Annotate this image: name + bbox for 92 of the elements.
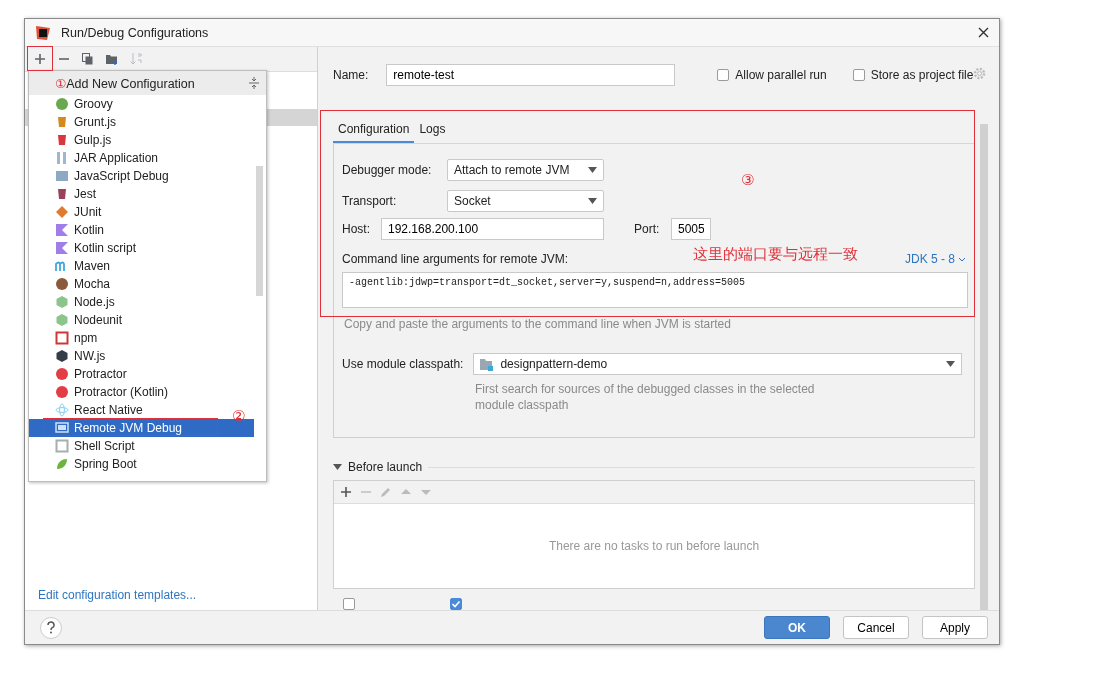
ribbon-icon [55,223,69,237]
leaf-icon [55,457,69,471]
hint-text: First search for sources of the debugged classes in the selected module classpath [475,381,816,413]
field-label: Transport: [342,193,398,208]
transport-dropdown[interactable]: Socket [447,189,604,212]
checkbox[interactable] [717,69,730,81]
cup-icon [55,115,69,129]
checkbox[interactable] [450,598,462,610]
menu-item[interactable]: Protractor [29,365,131,383]
cup-icon [55,133,69,147]
hexagon-icon [55,349,69,363]
expand-triangle-icon[interactable] [333,463,342,471]
caret-icon [588,197,597,204]
menu-item[interactable]: Shell Script [29,437,139,455]
jdk-version-link[interactable]: JDK 5 - 8 [905,252,966,266]
caret-icon [588,166,597,173]
caret-icon [946,361,956,367]
menu-item[interactable]: Spring Boot [29,455,141,473]
checkbox[interactable] [852,69,865,81]
settings-icon[interactable] [973,67,986,80]
menu-item[interactable]: Groovy [29,95,117,113]
add-icon[interactable] [340,486,352,499]
dialog-button[interactable]: Cancel [843,616,909,639]
hexagon-icon [55,313,69,327]
menu-item[interactable]: Node.js [29,293,119,311]
square-icon [55,439,69,453]
scrollbar[interactable] [256,166,263,296]
module-folder-icon [480,357,495,371]
menu-item[interactable]: JAR Application [29,149,163,167]
step-number: ③ [741,171,755,189]
help-button[interactable] [40,616,62,639]
menu-item[interactable]: Kotlin script [29,239,141,257]
ok-button[interactable]: OK [764,616,830,639]
option-label: Store as project file [870,68,974,82]
collapse-icon[interactable] [248,77,260,89]
menu-item[interactable]: Nodeunit [29,311,127,329]
menu-item[interactable]: Grunt.js [29,113,120,131]
window-title: Run/Debug Configurations [61,25,210,40]
port-field[interactable]: 5005 [671,218,711,240]
field-label: Debugger mode: [342,162,433,177]
hint-text: Copy and paste the arguments to the command line when JVM is started [344,317,732,331]
menu-item[interactable]: JUnit [29,203,106,221]
atom-icon [55,403,69,417]
monitor-icon [55,421,69,435]
name-label: Name: [333,68,369,82]
field-label: Host: [342,222,371,236]
help-icon[interactable] [46,621,56,634]
annotation-box [27,46,53,71]
arguments-field[interactable]: -agentlib:jdwp=transport=dt_socket,server=y,suspend=n,address=5005 [342,272,968,308]
name-field[interactable]: remote-test [386,64,676,86]
annotation-note: 这里的端口要与远程一致 [693,245,858,264]
dialog-button[interactable]: Apply [922,616,988,639]
cup-icon [55,187,69,201]
circle-icon [55,277,69,291]
edit-templates-link[interactable]: Edit configuration templates... [25,588,317,610]
field-label: Port: [634,222,661,236]
diamond-icon [55,205,69,219]
menu-item[interactable]: npm [29,329,102,347]
option-label: Allow parallel run [735,68,827,82]
scrollbar[interactable] [980,124,988,610]
ribbon-icon [55,241,69,255]
debugger-mode-dropdown[interactable]: Attach to remote JVM [447,158,604,181]
section-title: Before launch [348,460,423,475]
circle-icon [55,367,69,381]
menu-item[interactable]: Kotlin [29,221,109,239]
tab[interactable]: Configuration [333,119,415,143]
menu-header: ①Add New Configuration [55,75,196,91]
empty-message: There are no tasks to run before launch [548,539,760,554]
chevron-down-icon[interactable] [958,256,966,262]
close-icon[interactable] [978,27,989,38]
tab[interactable]: Logs [414,119,451,143]
menu-item[interactable]: JavaScript Debug [29,167,173,185]
module-dropdown[interactable]: designpattern-demo [473,353,963,375]
field-label: Use module classpath: [342,357,464,371]
menu-item[interactable]: Gulp.js [29,131,116,149]
menu-item[interactable]: Jest [29,185,100,203]
field-label: Command line arguments for remote JVM: [342,252,569,266]
pencil-icon[interactable] [380,486,392,499]
menu-item[interactable]: Mocha [29,275,115,293]
square-icon [55,331,69,345]
menu-item[interactable]: Maven [29,257,115,275]
hexagon-icon [55,295,69,309]
menu-item[interactable]: NW.js [29,347,110,365]
window-icon [55,169,69,183]
bars-icon [55,151,69,165]
checkbox[interactable] [343,598,355,610]
menu-item[interactable]: Protractor (Kotlin) [29,383,173,401]
circle-icon [55,97,69,111]
menu-item[interactable]: React Native [29,401,147,419]
host-field[interactable]: 192.168.200.100 [381,218,604,240]
circle-icon [55,385,69,399]
app-logo-icon [35,24,51,41]
